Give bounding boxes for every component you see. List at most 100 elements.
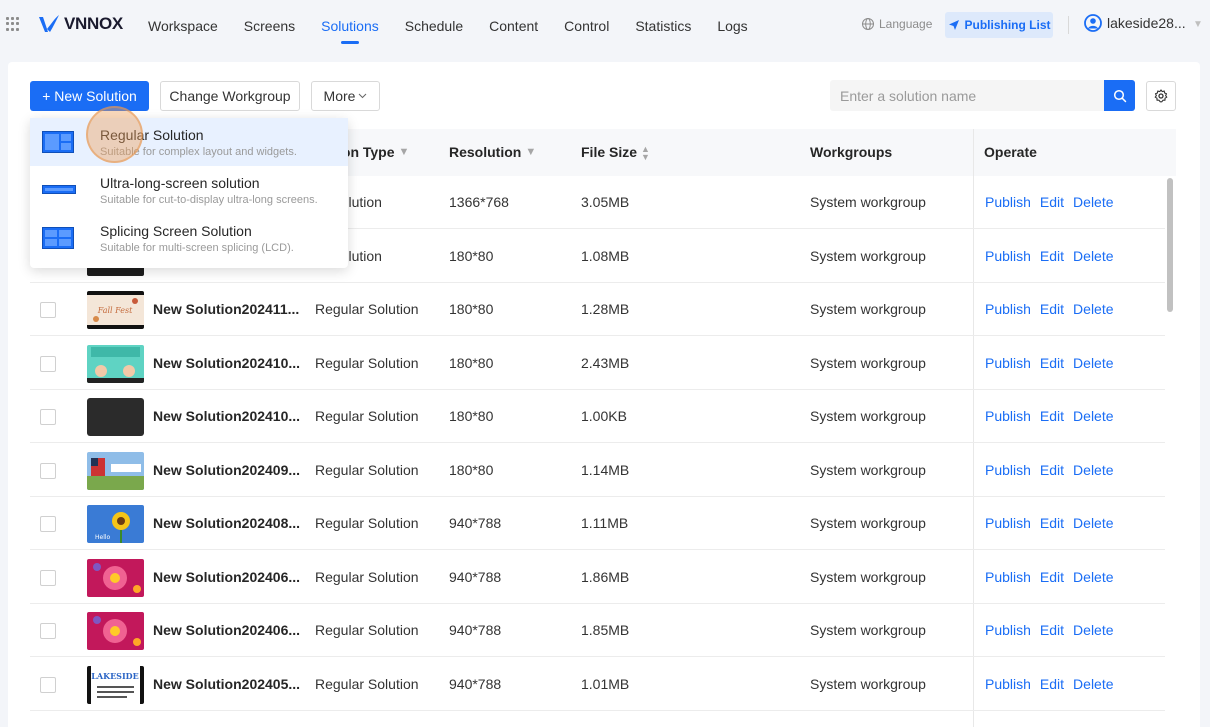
table-row[interactable]: New Solution202406... Regular Solution 940…: [30, 551, 1165, 604]
publish-link[interactable]: Publish: [985, 497, 1031, 550]
nav-control[interactable]: Control: [564, 0, 609, 52]
row-checkbox[interactable]: [40, 569, 56, 586]
edit-link[interactable]: Edit: [1040, 444, 1064, 497]
solution-name[interactable]: New Solution202411...: [153, 283, 299, 336]
row-checkbox[interactable]: [40, 623, 56, 639]
table-row[interactable]: New Solution202409... Regular Solution 180…: [30, 444, 1165, 497]
delete-link[interactable]: Delete: [1073, 444, 1113, 497]
nav-solutions[interactable]: Solutions: [321, 0, 379, 52]
delete-link[interactable]: Delete: [1073, 283, 1113, 336]
nav-schedule[interactable]: Schedule: [405, 0, 463, 52]
solution-name[interactable]: New Solution202406...: [153, 551, 300, 604]
apps-grid-icon[interactable]: [6, 17, 20, 31]
solution-file-size: 1.28MB: [581, 301, 630, 317]
delete-link[interactable]: Delete: [1073, 551, 1113, 604]
solution-name[interactable]: New Solution202408...: [153, 497, 300, 550]
solution-thumbnail[interactable]: [87, 344, 144, 383]
language-selector[interactable]: Language: [861, 17, 932, 31]
row-checkbox[interactable]: [40, 409, 56, 425]
menu-item-ultra-long-screen-solution[interactable]: Ultra-long-screen solution Suitable for …: [30, 166, 348, 214]
solution-file-size: 1.00KB: [581, 408, 627, 424]
row-checkbox[interactable]: [40, 302, 56, 318]
regular-solution-icon: [42, 131, 74, 153]
column-header-type[interactable]: ion Type ▼: [338, 129, 409, 176]
logo[interactable]: VNNOX: [38, 12, 123, 36]
edit-link[interactable]: Edit: [1040, 283, 1064, 336]
edit-link[interactable]: Edit: [1040, 337, 1064, 390]
solution-type: Regular Solution: [315, 301, 419, 317]
column-header-file-size[interactable]: File Size ▲ ▼: [581, 129, 650, 176]
new-solution-button[interactable]: + New Solution: [30, 81, 149, 111]
edit-link[interactable]: Edit: [1040, 551, 1064, 604]
table-row[interactable]: New Solution202410... Regular Solution 180…: [30, 337, 1165, 390]
solution-thumbnail[interactable]: Fall Fest: [87, 291, 144, 329]
delete-link[interactable]: Delete: [1073, 497, 1113, 550]
settings-button[interactable]: [1146, 81, 1176, 111]
nav-content[interactable]: Content: [489, 0, 538, 52]
solution-workgroup: System workgroup: [810, 247, 926, 264]
nav-screens[interactable]: Screens: [244, 0, 295, 52]
publish-link[interactable]: Publish: [985, 604, 1031, 657]
solution-name[interactable]: New Solution202406...: [153, 604, 300, 657]
menu-item-splicing-screen-solution[interactable]: Splicing Screen Solution Suitable for mu…: [30, 214, 348, 262]
row-checkbox[interactable]: [40, 355, 56, 372]
table-row[interactable]: LAKESIDE New Solution202405... Regular Sol…: [30, 658, 1165, 711]
search-input[interactable]: [830, 80, 1104, 111]
vertical-scrollbar[interactable]: [1167, 178, 1173, 312]
solution-thumbnail[interactable]: Hello: [87, 505, 144, 543]
menu-item-regular-solution[interactable]: Regular Solution Suitable for complex la…: [30, 118, 348, 166]
row-checkbox[interactable]: [40, 462, 56, 479]
solution-thumbnail[interactable]: [87, 612, 144, 650]
solution-thumbnail[interactable]: [87, 558, 144, 597]
solution-thumbnail[interactable]: [87, 451, 144, 490]
sort-icon[interactable]: ▲ ▼: [641, 144, 650, 161]
more-button[interactable]: More: [311, 81, 380, 111]
solution-thumbnail[interactable]: LAKESIDE: [87, 665, 144, 704]
chevron-down-icon[interactable]: ▼: [1193, 19, 1203, 30]
filter-icon[interactable]: ▼: [525, 129, 536, 176]
publish-link[interactable]: Publish: [985, 551, 1031, 604]
user-menu[interactable]: lakeside28...: [1084, 14, 1186, 32]
solution-name[interactable]: New Solution202405...: [153, 658, 300, 711]
row-checkbox[interactable]: [40, 516, 56, 532]
row-operations: Publish Edit Delete: [985, 176, 1114, 229]
publish-link[interactable]: Publish: [985, 283, 1031, 336]
row-checkbox[interactable]: [40, 676, 56, 693]
publishing-list-button[interactable]: Publishing List: [945, 12, 1053, 38]
table-row[interactable]: Hello New Solution202408... Regular Soluti…: [30, 497, 1165, 550]
publish-link[interactable]: Publish: [985, 230, 1031, 283]
change-workgroup-button[interactable]: Change Workgroup: [160, 81, 300, 111]
solution-resolution: 940*788: [449, 622, 502, 638]
delete-link[interactable]: Delete: [1073, 390, 1113, 443]
solution-thumbnail[interactable]: [87, 398, 144, 436]
solution-resolution: 940*788: [449, 515, 502, 531]
edit-link[interactable]: Edit: [1040, 230, 1064, 283]
solution-name[interactable]: New Solution202410...: [153, 390, 300, 443]
solution-name[interactable]: New Solution202410...: [153, 337, 300, 390]
nav-workspace[interactable]: Workspace: [148, 0, 218, 52]
edit-link[interactable]: Edit: [1040, 176, 1064, 229]
edit-link[interactable]: Edit: [1040, 604, 1064, 657]
delete-link[interactable]: Delete: [1073, 230, 1113, 283]
publish-link[interactable]: Publish: [985, 337, 1031, 390]
edit-link[interactable]: Edit: [1040, 390, 1064, 443]
publish-link[interactable]: Publish: [985, 390, 1031, 443]
filter-icon[interactable]: ▼: [399, 129, 410, 176]
nav-logs[interactable]: Logs: [717, 0, 747, 52]
edit-link[interactable]: Edit: [1040, 497, 1064, 550]
edit-link[interactable]: Edit: [1040, 658, 1064, 711]
publish-link[interactable]: Publish: [985, 444, 1031, 497]
publish-link[interactable]: Publish: [985, 176, 1031, 229]
delete-link[interactable]: Delete: [1073, 176, 1113, 229]
table-row[interactable]: New Solution202406... Regular Solution 940…: [30, 604, 1165, 657]
table-row[interactable]: New Solution202410... Regular Solution 180…: [30, 390, 1165, 443]
table-row[interactable]: Fall Fest New Solution202411... Regular So…: [30, 283, 1165, 336]
delete-link[interactable]: Delete: [1073, 658, 1113, 711]
search-button[interactable]: [1104, 80, 1135, 111]
delete-link[interactable]: Delete: [1073, 604, 1113, 657]
nav-statistics[interactable]: Statistics: [635, 0, 691, 52]
delete-link[interactable]: Delete: [1073, 337, 1113, 390]
publish-link[interactable]: Publish: [985, 658, 1031, 711]
solution-name[interactable]: New Solution202409...: [153, 444, 300, 497]
column-header-resolution[interactable]: Resolution ▼: [449, 129, 536, 176]
